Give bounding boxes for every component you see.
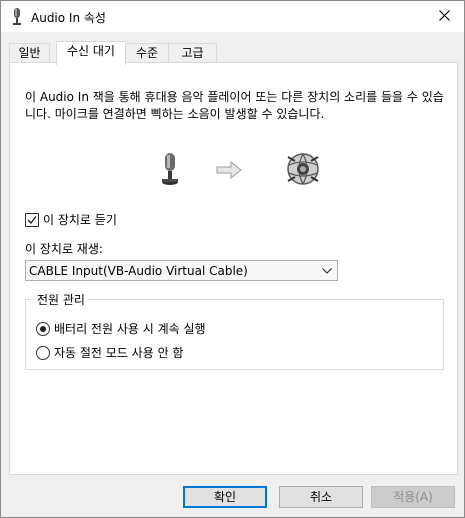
playback-device-select[interactable]: CABLE Input(VB-Audio Virtual Cable) bbox=[25, 260, 338, 281]
tab-levels[interactable]: 수준 bbox=[124, 43, 170, 64]
tab-advanced[interactable]: 고급 bbox=[168, 43, 217, 64]
power-option-disable-sleep[interactable]: 자동 절전 모드 사용 안 함 bbox=[36, 344, 183, 361]
power-group-title: 전원 관리 bbox=[34, 291, 88, 308]
power-option-label: 배터리 전원 사용 시 계속 실행 bbox=[54, 322, 206, 336]
listen-description: 이 Audio In 잭을 통해 휴대용 음악 플레이어 또는 다른 장치의 소… bbox=[25, 90, 444, 121]
radio-disable-sleep[interactable] bbox=[36, 345, 50, 360]
ok-button[interactable]: 확인 bbox=[183, 486, 267, 508]
apply-button[interactable]: 적용(A) bbox=[371, 486, 455, 508]
checkmark-icon bbox=[27, 215, 37, 224]
window-title: Audio In 속성 bbox=[31, 11, 106, 25]
properties-dialog: Audio In 속성 일반 수신 대기 수준 고급 이 Audio In 잭을… bbox=[0, 0, 465, 518]
title-bar: Audio In 속성 bbox=[1, 1, 464, 32]
listen-panel: 이 Audio In 잭을 통해 휴대용 음악 플레이어 또는 다른 장치의 소… bbox=[9, 62, 458, 475]
tab-general[interactable]: 일반 bbox=[9, 43, 50, 64]
listen-checkbox-label: 이 장치로 듣기 bbox=[43, 213, 117, 227]
listen-checkbox[interactable] bbox=[25, 212, 39, 227]
close-icon bbox=[438, 9, 450, 24]
microphone-icon bbox=[160, 153, 180, 190]
tab-listen[interactable]: 수신 대기 bbox=[56, 41, 126, 65]
speaker-globe-icon bbox=[285, 151, 321, 190]
listen-checkbox-row[interactable]: 이 장치로 듣기 bbox=[25, 211, 117, 228]
arrow-right-icon bbox=[216, 160, 242, 182]
power-option-continue[interactable]: 배터리 전원 사용 시 계속 실행 bbox=[36, 320, 206, 337]
microphone-icon bbox=[11, 8, 23, 26]
playback-label: 이 장치로 재생: bbox=[25, 242, 103, 256]
listen-graphic bbox=[160, 151, 330, 191]
playback-device-value: CABLE Input(VB-Audio Virtual Cable) bbox=[29, 263, 248, 278]
cancel-button[interactable]: 취소 bbox=[279, 486, 363, 508]
radio-continue-on-battery[interactable] bbox=[36, 321, 50, 336]
close-button[interactable] bbox=[424, 1, 464, 32]
chevron-down-icon bbox=[317, 260, 337, 281]
power-option-label: 자동 절전 모드 사용 안 함 bbox=[54, 346, 184, 360]
power-management-group: 전원 관리 배터리 전원 사용 시 계속 실행 자동 절전 모드 사용 안 함 bbox=[25, 291, 444, 370]
